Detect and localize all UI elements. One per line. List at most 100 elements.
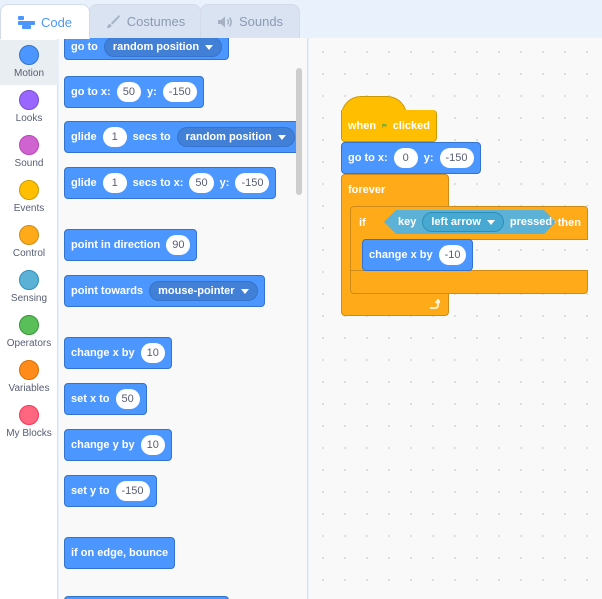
block-label: clicked: [392, 119, 430, 132]
block-label: go to x:: [71, 86, 111, 98]
block-label: secs to: [132, 131, 171, 143]
palette-glide-random-block[interactable]: glide 1 secs to random position: [64, 121, 302, 153]
green-flag-icon: [382, 123, 387, 128]
block-label: change x by: [369, 249, 433, 261]
block-label: set x to: [71, 393, 110, 405]
dropdown-value: left arrow: [431, 216, 481, 228]
tab-code[interactable]: Code: [0, 4, 90, 39]
block-label: y:: [219, 177, 230, 189]
script-change-x-block[interactable]: change x by -10: [362, 239, 474, 271]
events-dot-icon: [19, 180, 39, 200]
palette-change-x-block[interactable]: change x by 10: [64, 337, 172, 369]
control-dot-icon: [19, 225, 39, 245]
caret-down-icon: [205, 44, 214, 50]
point-towards-dropdown[interactable]: mouse-pointer: [149, 281, 258, 301]
caret-down-icon: [277, 134, 286, 140]
category-control[interactable]: Control: [0, 220, 58, 265]
y-input[interactable]: -150: [439, 148, 474, 168]
forever-block[interactable]: forever: [341, 174, 449, 208]
scratch-editor: Code Costumes Sounds Motion Looks Sound …: [0, 0, 602, 599]
motion-dot-icon: [19, 45, 39, 65]
palette-scrollbar[interactable]: [296, 68, 302, 195]
category-label: Looks: [15, 113, 43, 124]
block-label: go to: [71, 41, 98, 53]
dropdown-value: mouse-pointer: [158, 285, 235, 297]
change-y-input[interactable]: 10: [140, 435, 165, 455]
tab-sounds-label: Sounds: [238, 14, 284, 29]
glide-target-dropdown[interactable]: random position: [176, 127, 295, 147]
palette-set-x-block[interactable]: set x to 50: [64, 383, 147, 415]
x-input[interactable]: 50: [116, 82, 141, 102]
code-icon: [17, 15, 35, 29]
loop-arrow-icon: [430, 298, 440, 309]
block-label: glide: [71, 131, 97, 143]
category-label: Control: [12, 248, 46, 259]
if-bottom: [350, 270, 588, 294]
sound-dot-icon: [19, 135, 39, 155]
forever-bottom: [341, 294, 449, 316]
when-flag-clicked-block[interactable]: when clicked: [341, 110, 437, 142]
y-input[interactable]: -150: [162, 82, 197, 102]
key-dropdown[interactable]: left arrow: [422, 212, 504, 232]
sensing-dot-icon: [19, 270, 39, 290]
palette-set-y-block[interactable]: set y to -150: [64, 475, 157, 507]
category-label: Events: [13, 203, 45, 214]
block-label: point in direction: [71, 239, 161, 251]
block-label: point towards: [71, 285, 144, 297]
set-x-input[interactable]: 50: [115, 389, 140, 409]
block-label: y:: [423, 152, 434, 164]
looks-dot-icon: [19, 90, 39, 110]
key-pressed-block[interactable]: key left arrow pressed?: [384, 210, 556, 234]
category-operators[interactable]: Operators: [0, 310, 58, 355]
caret-down-icon: [240, 288, 249, 294]
category-label: Sensing: [10, 293, 48, 304]
script-workspace[interactable]: forever if then key left arrow pressed? …: [309, 38, 602, 599]
script-go-to-xy-block[interactable]: go to x: 0 y: -150: [341, 142, 481, 174]
secs-input[interactable]: 1: [102, 127, 127, 147]
block-label: forever: [348, 184, 386, 196]
category-my-blocks[interactable]: My Blocks: [0, 400, 58, 445]
brush-icon: [106, 14, 120, 28]
x-input[interactable]: 50: [189, 173, 214, 193]
category-looks[interactable]: Looks: [0, 85, 58, 130]
direction-input[interactable]: 90: [166, 235, 191, 255]
palette-change-y-block[interactable]: change y by 10: [64, 429, 172, 461]
go-to-target-dropdown[interactable]: random position: [103, 38, 223, 57]
speaker-icon: [217, 16, 232, 27]
operators-dot-icon: [19, 315, 39, 335]
block-label: change x by: [71, 347, 135, 359]
change-x-input[interactable]: 10: [140, 343, 165, 363]
category-motion[interactable]: Motion: [0, 40, 58, 85]
block-palette: go to random position go to x: 50 y: -15…: [59, 38, 308, 599]
palette-bounce-block[interactable]: if on edge, bounce: [64, 537, 176, 569]
palette-glide-xy-block[interactable]: glide 1 secs to x: 50 y: -150: [64, 167, 277, 199]
caret-down-icon: [487, 220, 495, 225]
block-label: glide: [71, 177, 97, 189]
palette-go-to-xy-block[interactable]: go to x: 50 y: -150: [64, 76, 204, 108]
block-label: then: [557, 217, 581, 229]
tab-costumes-label: Costumes: [126, 14, 186, 29]
y-input[interactable]: -150: [235, 173, 270, 193]
x-input[interactable]: 0: [393, 148, 418, 168]
block-label: go to x:: [348, 152, 388, 164]
block-label: change y by: [71, 439, 135, 451]
change-x-input[interactable]: -10: [438, 245, 467, 265]
palette-point-towards-block[interactable]: point towards mouse-pointer: [64, 275, 265, 307]
tab-sounds[interactable]: Sounds: [200, 4, 300, 38]
dropdown-value: random position: [112, 41, 200, 53]
block-label: key: [398, 216, 417, 228]
secs-input[interactable]: 1: [102, 173, 127, 193]
palette-point-direction-block[interactable]: point in direction 90: [64, 229, 198, 261]
category-variables[interactable]: Variables: [0, 355, 58, 400]
block-label: y:: [146, 86, 157, 98]
my-blocks-dot-icon: [19, 405, 39, 425]
category-events[interactable]: Events: [0, 175, 58, 220]
palette-go-to-block[interactable]: go to random position: [64, 38, 230, 60]
block-label: if: [359, 217, 366, 229]
category-label: Sound: [14, 158, 44, 169]
block-label: secs to x:: [132, 177, 184, 189]
set-y-input[interactable]: -150: [115, 481, 150, 501]
tab-costumes[interactable]: Costumes: [89, 4, 201, 38]
category-sound[interactable]: Sound: [0, 130, 58, 175]
category-sensing[interactable]: Sensing: [0, 265, 58, 310]
